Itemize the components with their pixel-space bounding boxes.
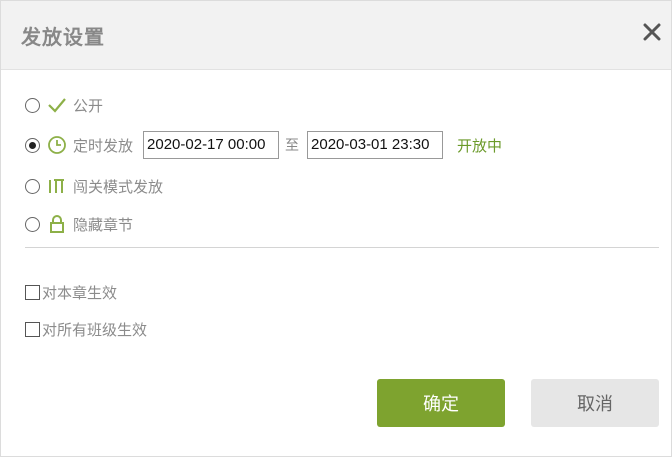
cancel-button[interactable]: 取消 xyxy=(531,379,659,427)
checkbox-this-chapter-label: 对本章生效 xyxy=(42,283,118,302)
dialog-title: 发放设置 xyxy=(21,25,105,49)
option-level-mode-label: 闯关模式发放 xyxy=(73,177,164,196)
lock-icon xyxy=(47,214,67,234)
divider xyxy=(25,247,659,248)
close-icon[interactable] xyxy=(639,17,665,47)
start-datetime-input[interactable]: 2020-02-17 00:00 xyxy=(143,131,280,159)
radio-public[interactable] xyxy=(25,97,40,113)
level-mode-icon xyxy=(47,176,67,196)
checkbox-this-chapter[interactable] xyxy=(25,284,40,300)
option-timed-label: 定时发放 xyxy=(73,136,134,155)
option-public-label: 公开 xyxy=(73,96,104,115)
check-icon xyxy=(47,95,67,115)
confirm-button[interactable]: 确定 xyxy=(377,379,505,427)
checkbox-all-classes-row[interactable]: 对所有班级生效 xyxy=(25,318,147,340)
date-separator: 至 xyxy=(285,138,300,154)
end-datetime-input[interactable]: 2020-03-01 23:30 xyxy=(307,131,444,159)
option-hidden-label: 隐藏章节 xyxy=(73,215,134,234)
option-public[interactable]: 公开 xyxy=(25,93,103,117)
checkbox-all-classes[interactable] xyxy=(25,321,40,337)
radio-level-mode[interactable] xyxy=(25,178,40,194)
status-badge: 开放中 xyxy=(457,136,503,155)
release-settings-dialog: 发放设置 公开 定时发放 2020-02-17 00:00 至 2020-03-… xyxy=(0,0,672,457)
option-timed[interactable]: 定时发放 2020-02-17 00:00 至 2020-03-01 23:30… xyxy=(25,130,502,160)
checkbox-this-chapter-row[interactable]: 对本章生效 xyxy=(25,281,117,303)
dialog-header: 发放设置 xyxy=(1,1,671,70)
radio-hidden[interactable] xyxy=(25,216,40,232)
option-level-mode[interactable]: 闯关模式发放 xyxy=(25,174,163,198)
clock-icon xyxy=(47,135,67,155)
option-hidden[interactable]: 隐藏章节 xyxy=(25,212,133,236)
radio-timed[interactable] xyxy=(25,137,40,153)
checkbox-all-classes-label: 对所有班级生效 xyxy=(42,320,148,339)
